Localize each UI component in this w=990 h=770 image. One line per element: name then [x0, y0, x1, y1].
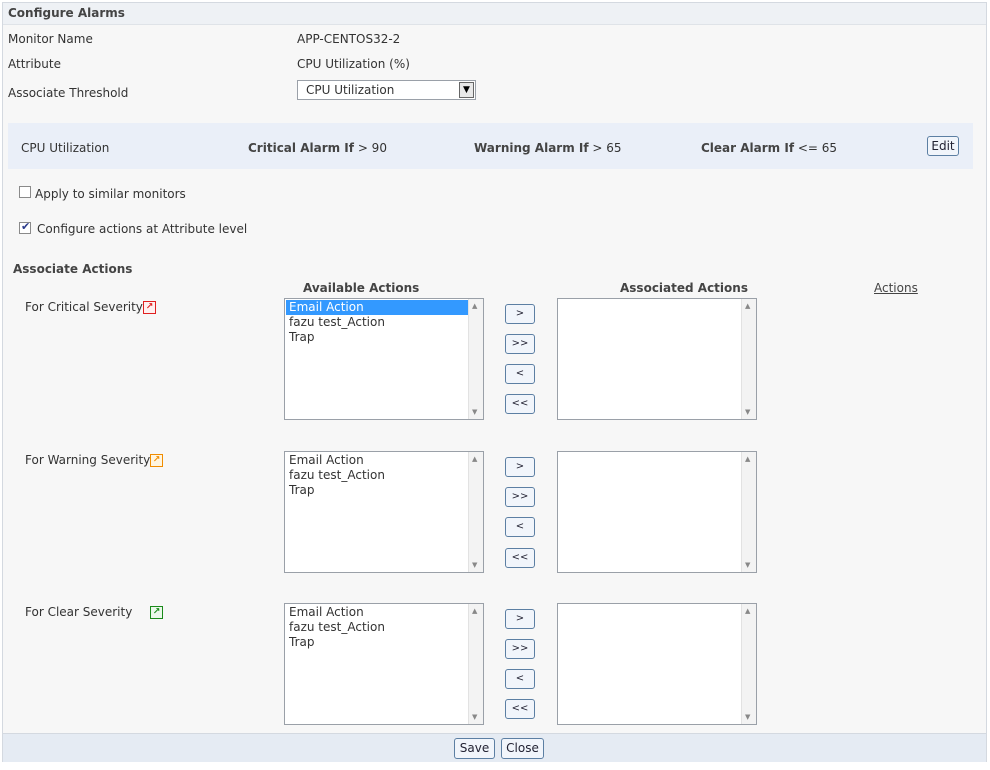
scroll-down-icon[interactable]: ▼: [745, 408, 750, 416]
scroll-down-icon[interactable]: ▼: [472, 713, 477, 721]
list-item[interactable]: Email Action: [286, 605, 469, 620]
configure-attribute-checkbox[interactable]: ✔: [19, 220, 31, 234]
scroll-down-icon[interactable]: ▼: [745, 713, 750, 721]
clear-alarm-label: Clear Alarm If: [701, 141, 795, 155]
associate-actions-heading: Associate Actions: [13, 262, 133, 276]
scrollbar[interactable]: ▲ ▼: [468, 299, 483, 419]
warning-severity-label: For Warning Severity: [25, 453, 151, 467]
critical-move-all-left-button[interactable]: <<: [505, 394, 535, 414]
critical-move-all-right-button[interactable]: >>: [505, 334, 535, 354]
attribute-value: CPU Utilization (%): [297, 57, 410, 71]
warning-alarm-value: > 65: [592, 141, 622, 155]
critical-available-list[interactable]: Email Action fazu test_Action Trap ▲ ▼: [284, 298, 484, 420]
warning-severity-icon: ↗: [150, 454, 163, 467]
panel-title-bar: [3, 3, 986, 25]
clear-severity-label: For Clear Severity: [25, 605, 133, 619]
critical-associated-list[interactable]: ▲ ▼: [557, 298, 757, 420]
scroll-down-icon[interactable]: ▼: [472, 408, 477, 416]
scroll-up-icon[interactable]: ▲: [745, 607, 750, 615]
scroll-up-icon[interactable]: ▲: [472, 607, 477, 615]
clear-associated-list[interactable]: ▲ ▼: [557, 603, 757, 725]
scroll-down-icon[interactable]: ▼: [745, 561, 750, 569]
scrollbar[interactable]: ▲ ▼: [741, 452, 756, 572]
scrollbar[interactable]: ▲ ▼: [741, 299, 756, 419]
clear-condition: Clear Alarm If <= 65: [701, 141, 837, 155]
clear-alarm-value: <= 65: [797, 141, 838, 155]
apply-similar-checkbox[interactable]: [19, 186, 31, 198]
critical-severity-icon: ↗: [143, 301, 156, 314]
configure-alarms-panel: [2, 2, 987, 762]
warning-move-all-left-button[interactable]: <<: [505, 548, 535, 568]
edit-threshold-button[interactable]: Edit: [927, 136, 959, 156]
scrollbar[interactable]: ▲ ▼: [468, 452, 483, 572]
warning-move-right-button[interactable]: >: [505, 457, 535, 477]
list-item[interactable]: Trap: [286, 635, 469, 650]
page-title: Configure Alarms: [8, 6, 125, 20]
critical-alarm-value: > 90: [357, 141, 387, 155]
clear-available-list[interactable]: Email Action fazu test_Action Trap ▲ ▼: [284, 603, 484, 725]
checkmark-icon: ✔: [21, 220, 31, 233]
list-item[interactable]: Email Action: [286, 300, 469, 315]
scroll-up-icon[interactable]: ▲: [472, 455, 477, 463]
monitor-name-label: Monitor Name: [8, 32, 93, 46]
list-item[interactable]: fazu test_Action: [286, 620, 469, 635]
chevron-down-icon[interactable]: ▼: [459, 82, 474, 98]
warning-associated-list[interactable]: ▲ ▼: [557, 451, 757, 573]
apply-similar-label: Apply to similar monitors: [35, 187, 186, 201]
scroll-up-icon[interactable]: ▲: [745, 455, 750, 463]
critical-alarm-label: Critical Alarm If: [248, 141, 354, 155]
warning-move-left-button[interactable]: <: [505, 517, 535, 537]
scrollbar[interactable]: ▲ ▼: [468, 604, 483, 724]
critical-condition: Critical Alarm If > 90: [248, 141, 387, 155]
clear-move-all-left-button[interactable]: <<: [505, 699, 535, 719]
scrollbar[interactable]: ▲ ▼: [741, 604, 756, 724]
threshold-name: CPU Utilization: [21, 141, 110, 155]
save-button[interactable]: Save: [454, 738, 495, 759]
scroll-up-icon[interactable]: ▲: [745, 302, 750, 310]
list-item[interactable]: fazu test_Action: [286, 468, 469, 483]
scroll-up-icon[interactable]: ▲: [472, 302, 477, 310]
threshold-select[interactable]: CPU Utilization ▼: [297, 80, 476, 100]
clear-severity-icon: ↗: [150, 606, 163, 619]
close-button[interactable]: Close: [501, 738, 544, 759]
list-item[interactable]: Email Action: [286, 453, 469, 468]
actions-link[interactable]: Actions: [874, 281, 918, 295]
warning-condition: Warning Alarm If > 65: [474, 141, 622, 155]
warning-move-all-right-button[interactable]: >>: [505, 487, 535, 507]
list-item[interactable]: fazu test_Action: [286, 315, 469, 330]
threshold-label: Associate Threshold: [8, 86, 129, 100]
configure-attribute-label: Configure actions at Attribute level: [37, 222, 248, 236]
attribute-label: Attribute: [8, 57, 61, 71]
clear-move-right-button[interactable]: >: [505, 609, 535, 629]
threshold-select-value: CPU Utilization: [306, 83, 395, 97]
scroll-down-icon[interactable]: ▼: [472, 561, 477, 569]
associated-actions-header: Associated Actions: [620, 281, 748, 295]
available-actions-header: Available Actions: [303, 281, 420, 295]
monitor-name-value: APP-CENTOS32-2: [297, 32, 401, 46]
critical-move-left-button[interactable]: <: [505, 364, 535, 384]
warning-alarm-label: Warning Alarm If: [474, 141, 589, 155]
warning-available-list[interactable]: Email Action fazu test_Action Trap ▲ ▼: [284, 451, 484, 573]
clear-move-all-right-button[interactable]: >>: [505, 639, 535, 659]
critical-severity-label: For Critical Severity: [25, 300, 143, 314]
list-item[interactable]: Trap: [286, 483, 469, 498]
list-item[interactable]: Trap: [286, 330, 469, 345]
clear-move-left-button[interactable]: <: [505, 669, 535, 689]
critical-move-right-button[interactable]: >: [505, 304, 535, 324]
